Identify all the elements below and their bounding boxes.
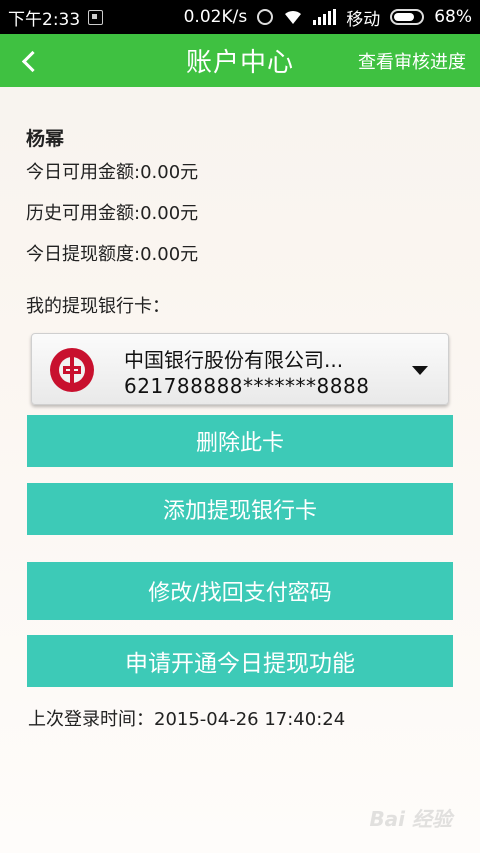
last-login-time: 上次登录时间：2015-04-26 17:40:24	[28, 709, 346, 730]
carrier-name: 移动	[346, 9, 381, 30]
card-number: 621788888*******8888	[124, 374, 370, 398]
account-name: 杨幂	[26, 128, 65, 150]
network-speed: 0.02K/s	[183, 7, 248, 27]
today-withdraw-quota: 今日提现额度:0.00元	[26, 244, 199, 265]
today-available-amount: 今日可用金额:0.00元	[26, 162, 199, 183]
delete-card-button[interactable]: 删除此卡	[27, 415, 453, 467]
status-time: 下午2:33	[8, 9, 81, 30]
back-icon[interactable]	[14, 46, 44, 76]
bank-name: 中国银行股份有限公司...	[124, 348, 344, 372]
bank-card-label: 我的提现银行卡：	[26, 296, 170, 317]
add-bank-card-button[interactable]: 添加提现银行卡	[27, 483, 453, 535]
battery-percent: 68%	[434, 7, 472, 27]
watermark: Bai 经验	[369, 807, 452, 831]
signal-icon	[313, 9, 337, 25]
bank-of-china-logo-icon	[50, 348, 94, 392]
history-available-amount: 历史可用金额:0.00元	[26, 203, 199, 224]
app-header: 账户中心 查看审核进度	[0, 34, 480, 87]
apply-withdraw-button[interactable]: 申请开通今日提现功能	[27, 635, 453, 687]
change-password-button[interactable]: 修改/找回支付密码	[27, 562, 453, 620]
battery-icon	[390, 9, 425, 25]
notification-icon	[88, 9, 104, 25]
alarm-icon	[257, 9, 274, 25]
bank-card-dropdown[interactable]: 中国银行股份有限公司... 621788888*******8888	[31, 333, 449, 405]
dropdown-arrow-icon	[412, 366, 428, 375]
wifi-icon	[285, 10, 302, 24]
review-progress-link[interactable]: 查看审核进度	[358, 48, 466, 74]
status-bar: 下午2:33 0.02K/s 移动 68%	[0, 0, 480, 34]
